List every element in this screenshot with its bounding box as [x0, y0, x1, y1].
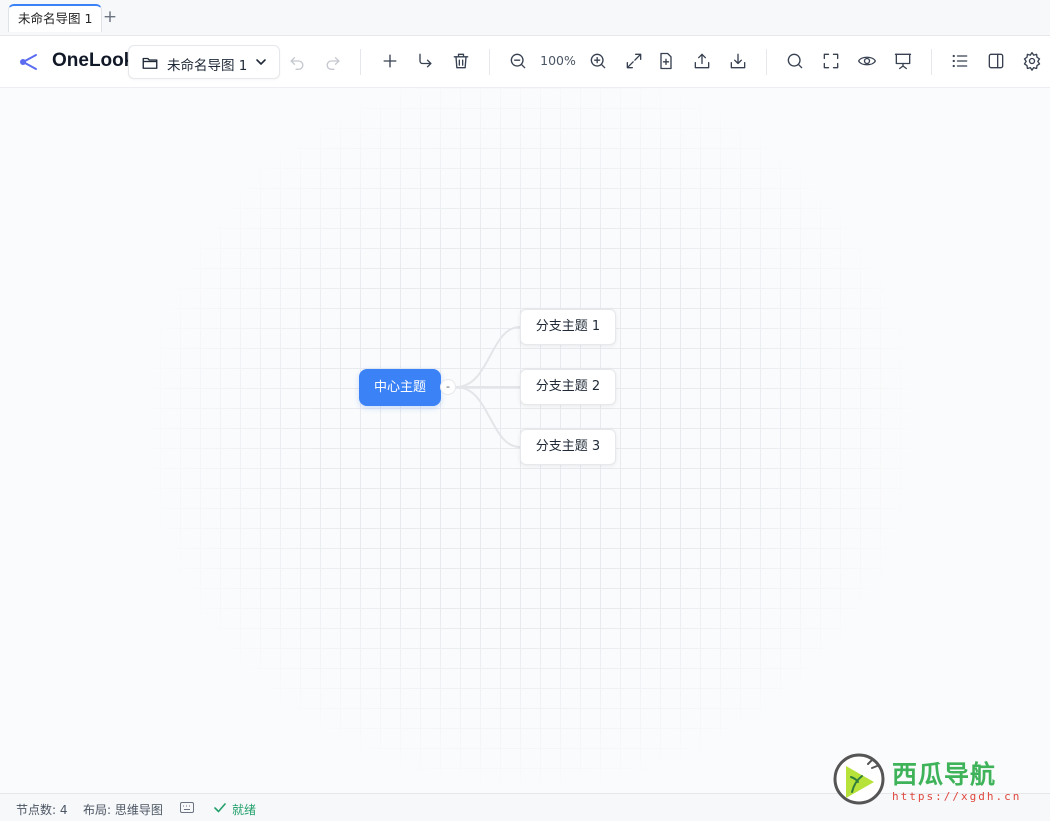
root-node[interactable]: 中心主题: [359, 369, 441, 406]
preview-icon[interactable]: [856, 50, 878, 72]
settings-icon[interactable]: [1021, 50, 1043, 72]
toolbar-divider: [766, 49, 767, 75]
outline-icon[interactable]: [949, 50, 971, 72]
undo-icon[interactable]: [286, 50, 308, 72]
zoom-level: 100%: [540, 53, 576, 68]
branch-node-2[interactable]: 分支主题 2: [520, 369, 616, 405]
file-name: 未命名导图 1: [167, 58, 248, 74]
toolbar-divider: [931, 49, 932, 75]
branch-node-1[interactable]: 分支主题 1: [520, 309, 616, 345]
side-panel-icon[interactable]: [985, 50, 1007, 72]
folder-icon: [142, 57, 158, 69]
watermark-url: https://xgdh.cn: [892, 790, 1022, 803]
keyboard-icon[interactable]: [180, 802, 194, 813]
delete-icon[interactable]: [450, 50, 472, 72]
download-icon[interactable]: [727, 50, 749, 72]
present-icon[interactable]: [892, 50, 914, 72]
file-menu-button[interactable]: 未命名导图 1: [128, 45, 280, 79]
add-child-icon[interactable]: [414, 50, 436, 72]
zoom-out-icon[interactable]: [507, 50, 529, 72]
fullscreen-icon[interactable]: [820, 50, 842, 72]
tab-bar: 未命名导图 1 +: [0, 0, 1050, 36]
tab-document[interactable]: 未命名导图 1: [8, 4, 103, 32]
search-icon[interactable]: [784, 50, 806, 72]
add-node-icon[interactable]: [379, 50, 401, 72]
chevron-down-icon: [256, 59, 266, 66]
app-brand: OneLook: [52, 50, 135, 71]
logo-icon: [20, 54, 37, 70]
watermark-logo-icon: [833, 753, 885, 805]
fit-view-icon[interactable]: [623, 50, 645, 72]
layout-status: 布局: 思维导图: [83, 803, 163, 817]
watermark-title: 西瓜导航: [892, 760, 997, 789]
toolbar-divider: [489, 49, 490, 75]
ready-status: 就绪: [232, 803, 257, 817]
node-count: 节点数: 4: [16, 803, 68, 817]
watermark: 西瓜导航 https://xgdh.cn: [832, 752, 1042, 808]
toolbar-divider: [360, 49, 361, 75]
new-file-icon[interactable]: [655, 50, 677, 72]
check-icon: [214, 803, 226, 813]
collapse-toggle[interactable]: -: [440, 379, 456, 395]
branch-node-3[interactable]: 分支主题 3: [520, 429, 616, 465]
zoom-in-icon[interactable]: [587, 50, 609, 72]
mindmap-canvas[interactable]: 中心主题 - 分支主题 1 分支主题 2 分支主题 3: [0, 88, 1050, 793]
toolbar: OneLook 未命名导图 1 100%: [0, 36, 1050, 88]
redo-icon[interactable]: [322, 50, 344, 72]
export-icon[interactable]: [691, 50, 713, 72]
add-tab-button[interactable]: +: [100, 7, 120, 27]
